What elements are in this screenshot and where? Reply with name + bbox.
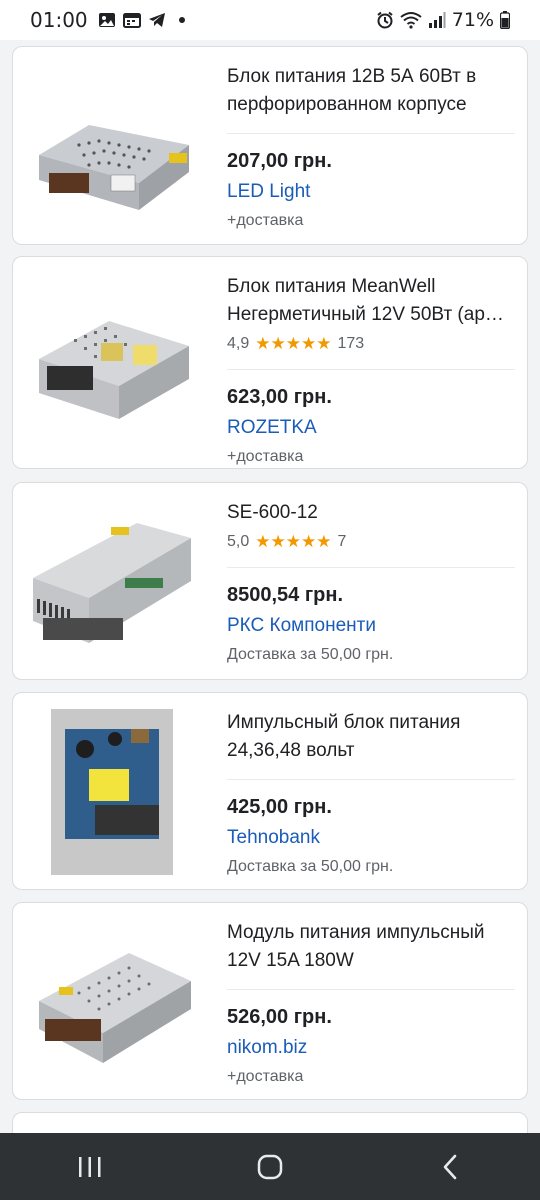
- status-time: 01:00: [30, 8, 88, 32]
- product-store[interactable]: Tehnobank: [227, 826, 515, 850]
- product-shipping: +доставка: [227, 448, 304, 465]
- battery-icon: [500, 11, 510, 29]
- product-store[interactable]: ROZETKA: [227, 416, 515, 440]
- product-price: 207,00 грн.: [227, 150, 332, 172]
- gallery-icon: [98, 13, 115, 27]
- product-price: 8500,54 грн.: [227, 584, 344, 606]
- product-price: 425,00 грн.: [227, 796, 332, 818]
- review-count: 7: [337, 533, 347, 550]
- power-supply-image: [39, 321, 189, 419]
- recents-button[interactable]: [50, 1133, 130, 1200]
- power-supply-image: [33, 523, 191, 643]
- wifi-icon: [400, 12, 422, 29]
- divider: [227, 989, 515, 990]
- product-shipping: +доставка: [227, 1068, 304, 1085]
- product-title[interactable]: Импульсный блок питания 24,36,48 вольт: [227, 709, 515, 765]
- product-store[interactable]: LED Light: [227, 180, 515, 204]
- alarm-icon: [377, 11, 393, 29]
- product-shipping: +доставка: [227, 212, 304, 229]
- back-button[interactable]: [410, 1133, 490, 1200]
- divider: [227, 779, 515, 780]
- product-rating: 5,0 ★★★★★ 7: [227, 531, 515, 553]
- system-icons: 71%: [376, 9, 510, 31]
- power-supply-image: [39, 953, 191, 1063]
- product-shipping: Доставка за 50,00 грн.: [227, 858, 394, 875]
- battery-level: 71%: [451, 9, 494, 31]
- product-store[interactable]: РКС Компоненти: [227, 614, 515, 638]
- product-card[interactable]: Блок питания 12В 5А 60Вт в перфорированн…: [12, 46, 528, 245]
- status-bar: 01:00 71%: [0, 0, 540, 40]
- home-button[interactable]: [230, 1133, 310, 1200]
- more-notifications-dot: [178, 17, 185, 23]
- divider: [227, 369, 515, 370]
- navigation-bar: [0, 1133, 540, 1200]
- star-icon: ★★★★★: [255, 532, 332, 551]
- pcb-board-image: [51, 709, 173, 875]
- product-store[interactable]: nikom.biz: [227, 1036, 515, 1060]
- product-card[interactable]: Модуль питания импульсный 12V 15A 180W 5…: [12, 902, 528, 1100]
- product-card[interactable]: SE-600-12 5,0 ★★★★★ 7 8500,54 грн. РКС К…: [12, 482, 528, 680]
- divider: [227, 567, 515, 568]
- review-count: 173: [337, 335, 365, 352]
- product-title[interactable]: Модуль питания импульсный 12V 15A 180W: [227, 919, 515, 975]
- product-price: 623,00 грн.: [227, 386, 332, 408]
- telegram-icon: [148, 13, 165, 27]
- product-image[interactable]: [29, 923, 195, 1083]
- product-title[interactable]: SE-600-12: [227, 499, 515, 527]
- rating-value: 4,9: [227, 335, 250, 352]
- back-icon: [443, 1154, 457, 1179]
- product-card[interactable]: Блок питания MeanWell Негерметичный 12V …: [12, 256, 528, 469]
- product-title[interactable]: Блок питания MeanWell Негерметичный 12V …: [227, 273, 515, 329]
- product-card[interactable]: Импульсный блок питания 24,36,48 вольт 4…: [12, 692, 528, 890]
- product-price: 526,00 грн.: [227, 1006, 332, 1028]
- product-rating: 4,9 ★★★★★ 173: [227, 333, 515, 355]
- recents-icon: [79, 1156, 101, 1177]
- product-image[interactable]: [29, 503, 195, 663]
- rating-value: 5,0: [227, 533, 250, 550]
- product-title[interactable]: Блок питания 12В 5А 60Вт в перфорированн…: [227, 63, 515, 119]
- notification-icons: [98, 12, 185, 28]
- home-icon: [257, 1154, 283, 1179]
- divider: [227, 133, 515, 134]
- product-shipping: Доставка за 50,00 грн.: [227, 646, 394, 663]
- calendar-icon: [122, 13, 141, 28]
- signal-icon: [428, 12, 446, 28]
- star-icon: ★★★★★: [255, 334, 332, 353]
- product-image[interactable]: [29, 301, 195, 425]
- power-supply-image: [39, 125, 189, 210]
- product-image[interactable]: [29, 709, 195, 875]
- product-image[interactable]: [29, 65, 195, 225]
